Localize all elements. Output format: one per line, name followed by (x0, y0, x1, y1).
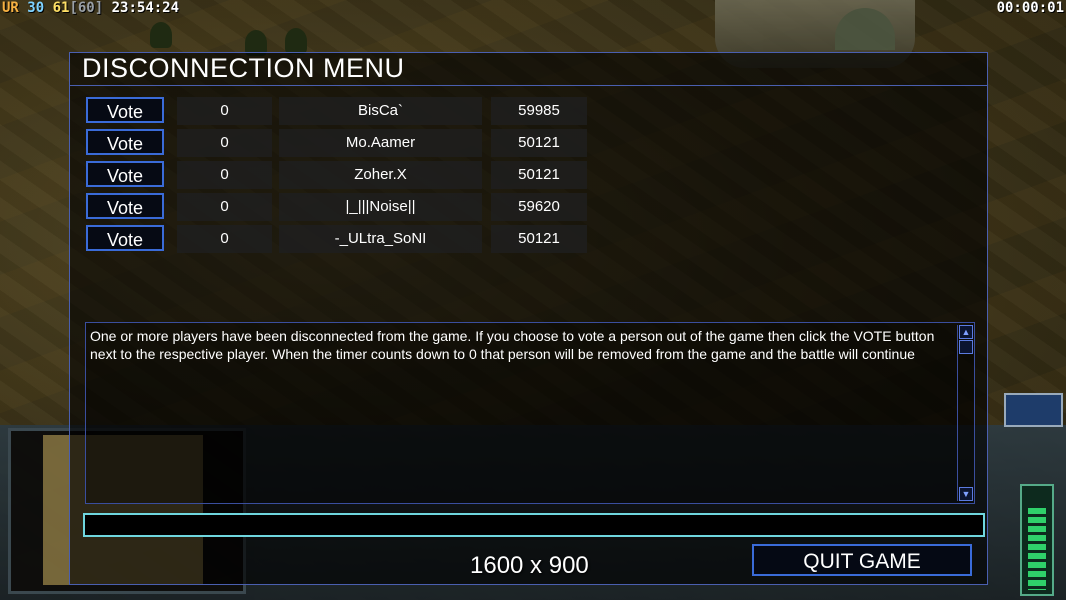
scroll-thumb[interactable] (959, 340, 973, 354)
player-name: Zoher.X (279, 161, 482, 189)
player-ping: 59620 (491, 193, 587, 221)
stat-value-b: 61 (52, 0, 70, 16)
player-timer: 0 (177, 129, 272, 157)
chat-input[interactable] (83, 513, 985, 537)
vote-button[interactable]: Vote (86, 193, 164, 219)
power-meter (1020, 484, 1054, 596)
scrollbar[interactable]: ▲ ▼ (957, 325, 973, 501)
disconnect-message: One or more players have been disconnect… (90, 328, 935, 362)
fps-stats: UR 30 61[60] 23:54:24 (2, 0, 179, 16)
game-timer: 00:00:01 (996, 0, 1064, 16)
player-name: -_ULtra_SoNI (279, 225, 482, 253)
satellite-icon[interactable] (1004, 393, 1063, 427)
title-divider (70, 85, 987, 86)
stat-value-a: 30 (27, 0, 45, 16)
dialog-title: DISCONNECTION MENU (82, 53, 405, 83)
player-timer: 0 (177, 161, 272, 189)
vote-button[interactable]: Vote (86, 225, 164, 251)
message-box: One or more players have been disconnect… (85, 322, 975, 504)
tree (150, 22, 172, 48)
scroll-up-icon[interactable]: ▲ (959, 325, 973, 339)
player-ping: 59985 (491, 97, 587, 125)
disconnection-dialog: DISCONNECTION MENU Vote 0 BisCa` 59985 V… (69, 52, 988, 585)
tree (285, 28, 307, 54)
player-ping: 50121 (491, 129, 587, 157)
player-name: Mo.Aamer (279, 129, 482, 157)
vote-button[interactable]: Vote (86, 97, 164, 123)
player-name: |_|||Noise|| (279, 193, 482, 221)
quit-game-button[interactable]: QUIT GAME (752, 544, 972, 576)
player-timer: 0 (177, 97, 272, 125)
player-timer: 0 (177, 225, 272, 253)
player-ping: 50121 (491, 225, 587, 253)
real-clock: 23:54:24 (111, 0, 180, 16)
player-timer: 0 (177, 193, 272, 221)
player-ping: 50121 (491, 161, 587, 189)
scroll-down-icon[interactable]: ▼ (959, 487, 973, 501)
player-name: BisCa` (279, 97, 482, 125)
stat-prefix: UR (2, 0, 19, 16)
vote-button[interactable]: Vote (86, 161, 164, 187)
stat-value-c: [60] (69, 0, 104, 16)
resolution-label: 1600 x 900 (470, 552, 589, 579)
vote-button[interactable]: Vote (86, 129, 164, 155)
